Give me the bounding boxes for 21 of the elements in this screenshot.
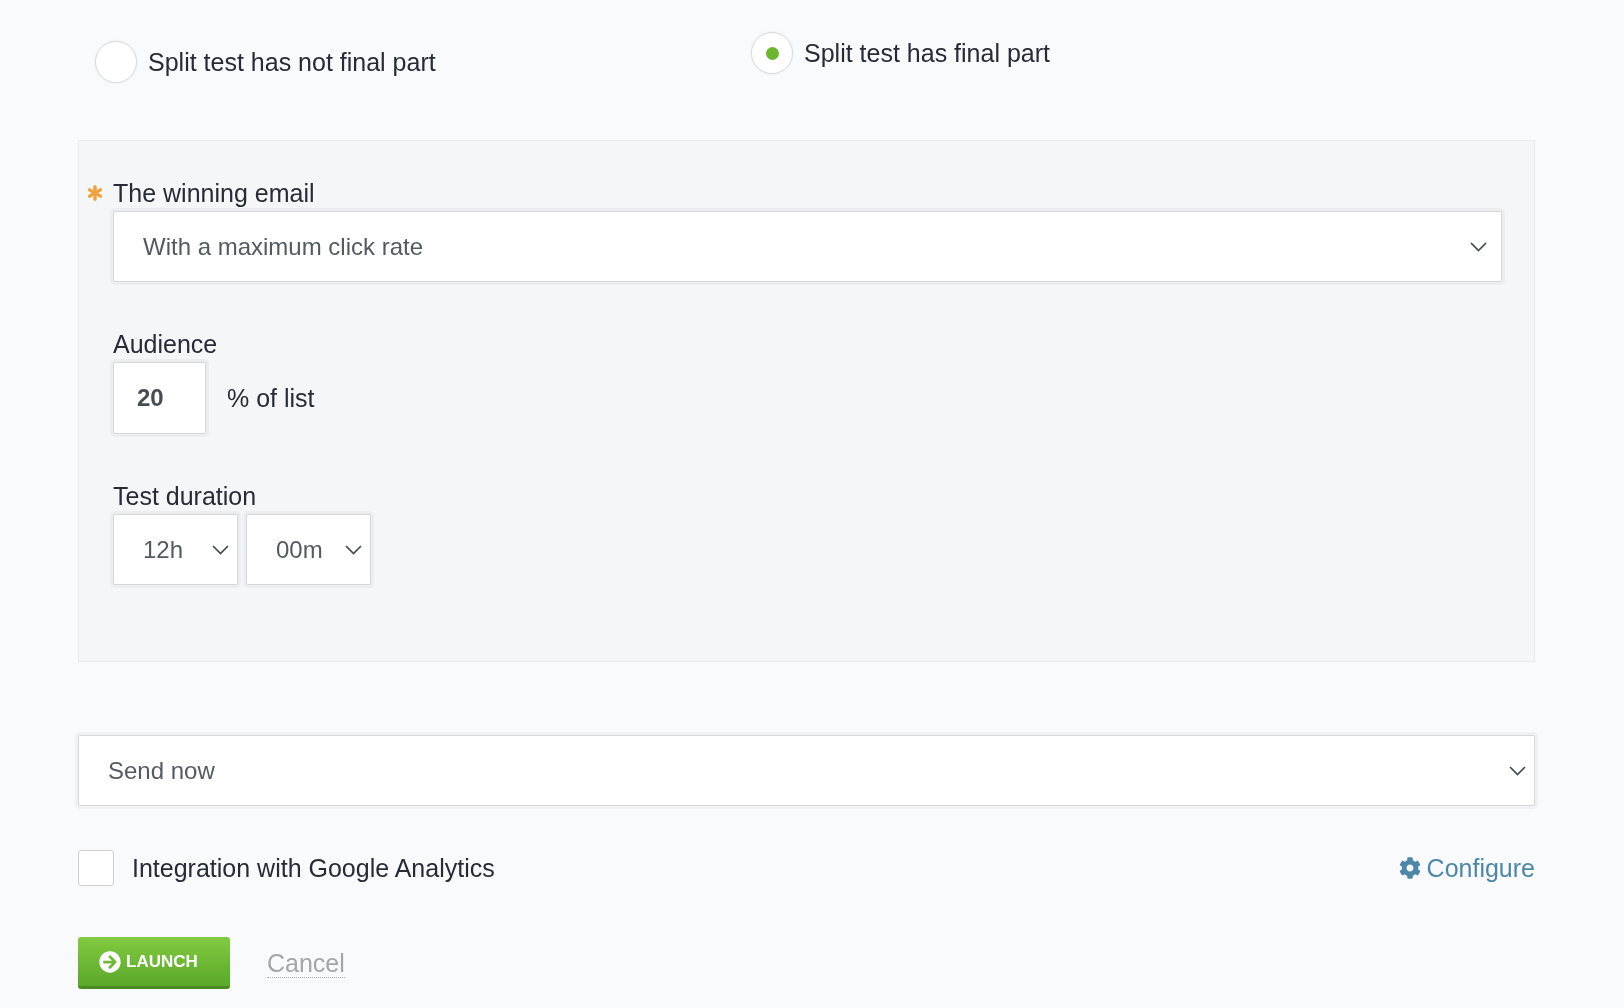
dropdown-select[interactable]: Send now bbox=[78, 735, 1535, 806]
field-label: Audience bbox=[113, 329, 218, 359]
radio-button[interactable] bbox=[751, 32, 793, 74]
radio-label: Split test has final part bbox=[804, 38, 1050, 68]
field-label: The winning email bbox=[113, 178, 315, 208]
unit-label: % of list bbox=[227, 383, 315, 413]
configure-link[interactable]: Configure bbox=[1398, 853, 1535, 883]
checkbox[interactable] bbox=[78, 850, 114, 886]
radio-label: Split test has not final part bbox=[148, 47, 436, 77]
chevron-down-icon bbox=[1509, 765, 1526, 776]
radio-button[interactable] bbox=[95, 41, 137, 83]
number-field[interactable]: 20 bbox=[113, 362, 206, 434]
checkbox-label: Integration with Google Analytics bbox=[132, 853, 495, 883]
minutes-select[interactable]: 00m bbox=[246, 514, 371, 585]
chevron-down-icon bbox=[345, 544, 362, 555]
dropdown-select[interactable]: With a maximum click rate bbox=[113, 211, 1502, 282]
gear-icon bbox=[1398, 857, 1421, 879]
hours-select[interactable]: 12h bbox=[113, 514, 238, 585]
field-label: Test duration bbox=[113, 481, 257, 511]
chevron-down-icon bbox=[1470, 241, 1487, 252]
chevron-down-icon bbox=[212, 544, 229, 555]
